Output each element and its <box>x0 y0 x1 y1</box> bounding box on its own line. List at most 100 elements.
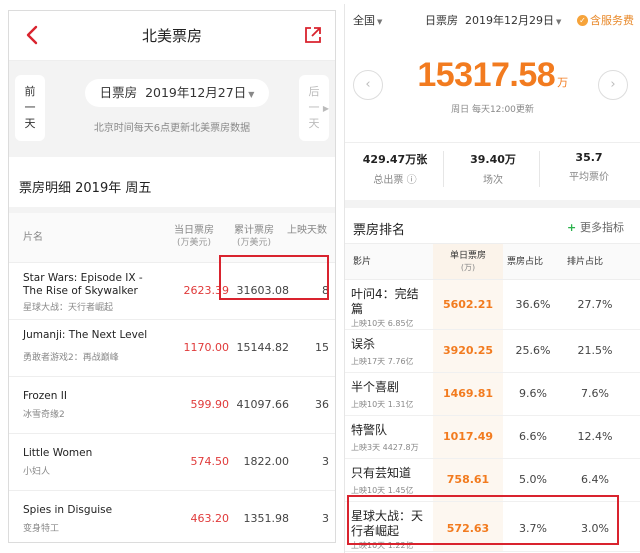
film-chinese-title: 小妇人 <box>23 467 51 477</box>
caret-down-icon: ▼ <box>555 18 562 26</box>
col-gross: 单日票房 (万) <box>435 250 501 274</box>
film-english-title: Spies in Disguise <box>23 504 113 516</box>
share-icon[interactable] <box>303 25 323 45</box>
film-name: 只有芸知道 <box>351 466 412 480</box>
days-released: 15 <box>315 341 329 354</box>
stat-value: 39.40万 <box>470 153 516 166</box>
triangle-right-icon: ▶ <box>322 104 329 113</box>
col-gross-unit: (万) <box>460 263 476 272</box>
col-gross-label: 单日票房 <box>449 251 486 261</box>
update-note: 北京时间每天6点更新北美票房数据 <box>93 123 251 134</box>
more-metrics-button[interactable]: + 更多指标 <box>567 219 624 235</box>
highlight-box-total <box>219 255 329 300</box>
days-released: 3 <box>322 455 329 468</box>
schedule-share: 7.6% <box>581 387 609 400</box>
film-chinese-title: 星球大战：天行者崛起 <box>23 303 114 313</box>
daily-gross: 1170.00 <box>183 341 230 354</box>
region-selector[interactable]: 全国 ▼ <box>353 12 382 28</box>
page-title: 北美票房 <box>141 27 202 45</box>
stat-value: 429.47万张 <box>362 153 428 166</box>
daily-gross: 1469.81 <box>442 387 494 400</box>
col-daily-label: 当日票房 <box>174 225 214 236</box>
film-meta: 上映10天 6.85亿 <box>351 319 414 328</box>
total-value: 15317.58 万 <box>345 56 640 95</box>
stat-shows: 39.40万 场次 <box>445 151 541 186</box>
table-body: Star Wars: Episode IX - The Rise of Skyw… <box>9 263 335 542</box>
film-name: 叶问4：完结篇 <box>351 287 419 316</box>
divider <box>539 151 540 187</box>
schedule-share: 21.5% <box>577 344 613 357</box>
table-row[interactable]: Spies in Disguise 变身特工 463.20 1351.98 3 <box>9 491 335 542</box>
date-label: 日票房 2019年12月27日 <box>99 85 247 100</box>
stat-label: 总出票 ⓘ <box>373 175 417 186</box>
stats-bar: 429.47万张 总出票 ⓘ 39.40万 场次 35.7 平均票价 <box>345 142 640 208</box>
gross-share: 25.6% <box>515 344 551 357</box>
daily-gross: 463.20 <box>190 512 230 525</box>
film-meta: 上映10天 1.31亿 <box>351 400 414 409</box>
plus-icon: + <box>566 221 580 234</box>
stat-label: 场次 <box>483 175 503 186</box>
col-sched: 排片占比 <box>567 257 604 267</box>
stat-label: 平均票价 <box>569 172 609 183</box>
table-row[interactable]: 特警队 上映3天 4427.8万 1017.49 6.6% 12.4% <box>345 416 640 459</box>
film-chinese-title: 冰雪奇缘2 <box>23 410 65 420</box>
table-row[interactable]: Little Women 小妇人 574.50 1822.00 3 <box>9 434 335 491</box>
col-daily-unit: (万美元) <box>176 238 212 248</box>
service-fee-toggle[interactable]: ✓ 含服务费 <box>577 12 634 28</box>
more-label: 更多指标 <box>580 221 624 234</box>
total-gross: 15144.82 <box>236 341 290 354</box>
total-gross: 41097.66 <box>236 398 290 411</box>
region-label: 全国 <box>353 14 375 27</box>
stat-avg-price: 35.7 平均票价 <box>541 151 637 183</box>
table-row[interactable]: 叶问4：完结篇 上映10天 6.85亿 5602.21 36.6% 27.7% <box>345 280 640 330</box>
days-released: 3 <box>322 512 329 525</box>
caret-down-icon: ▼ <box>248 90 255 99</box>
col-total: 累计票房 (万美元) <box>227 224 281 250</box>
days-released: 36 <box>315 398 329 411</box>
col-daily: 当日票房 (万美元) <box>167 224 221 250</box>
date-bar: ◀ 前一天 日票房 2019年12月27日▼ 后一天 ▶ 北京时间每天6点更新北… <box>9 61 335 157</box>
date-selector[interactable]: 日票房 2019年12月29日 ▼ <box>425 12 561 28</box>
total-gross: 1351.98 <box>243 512 290 525</box>
top-bar: 全国 ▼ 日票房 2019年12月29日 ▼ ✓ 含服务费 <box>345 4 640 34</box>
table-row[interactable]: Jumanji: The Next Level 勇敢者游戏2：再战巅峰 1170… <box>9 320 335 377</box>
col-share: 票房占比 <box>507 257 544 267</box>
film-name: 特警队 <box>351 423 388 437</box>
highlight-box-row <box>347 495 619 545</box>
stat-tickets: 429.47万张 总出票 ⓘ <box>347 151 443 186</box>
gross-share: 6.6% <box>519 430 547 443</box>
date-selector[interactable]: 日票房 2019年12月27日 ▼ <box>85 79 269 107</box>
film-english-title: Jumanji: The Next Level <box>23 329 148 341</box>
header: 北美票房 <box>9 11 335 61</box>
gross-share: 5.0% <box>519 473 547 486</box>
schedule-share: 12.4% <box>577 430 613 443</box>
total-box-office: ‹ › 15317.58 万 周日 每天12:00更新 <box>345 34 640 120</box>
col-name: 片名 <box>23 232 43 243</box>
date-label: 日票房 2019年12月29日 <box>425 14 554 27</box>
right-panel: 全国 ▼ 日票房 2019年12月29日 ▼ ✓ 含服务费 ‹ › 15317.58 万… <box>344 4 640 553</box>
daily-gross: 1017.49 <box>442 430 494 443</box>
section-title: 票房明细 2019年 周五 <box>19 181 152 196</box>
film-name: 误杀 <box>351 337 376 351</box>
film-english-title: Frozen II <box>23 390 67 402</box>
film-chinese-title: 勇敢者游戏2：再战巅峰 <box>23 353 119 363</box>
table-row[interactable]: 误杀 上映17天 7.76亿 3920.25 25.6% 21.5% <box>345 330 640 373</box>
check-icon: ✓ <box>577 15 588 26</box>
total-unit: 万 <box>557 77 568 89</box>
film-chinese-title: 变身特工 <box>23 524 60 534</box>
table-row[interactable]: 半个喜剧 上映10天 1.31亿 1469.81 9.6% 7.6% <box>345 373 640 416</box>
col-total-unit: (万美元) <box>236 238 272 248</box>
ranking-header: 票房排名 + 更多指标 <box>345 208 640 244</box>
gross-share: 36.6% <box>515 298 551 311</box>
film-english-title: Star Wars: Episode IX - The Rise of Skyw… <box>23 272 143 297</box>
table-header: 影片 单日票房 (万) 票房占比 排片占比 <box>345 244 640 280</box>
fee-label: 含服务费 <box>590 14 634 27</box>
film-meta: 上映3天 4427.8万 <box>351 443 419 452</box>
col-days: 上映天数 <box>287 225 327 236</box>
table-row[interactable]: Frozen II 冰雪奇缘2 599.90 41097.66 36 <box>9 377 335 434</box>
stat-value: 35.7 <box>575 151 603 164</box>
daily-gross: 599.90 <box>190 398 230 411</box>
daily-gross: 574.50 <box>190 455 230 468</box>
film-meta: 上映17天 7.76亿 <box>351 357 414 366</box>
caret-down-icon: ▼ <box>377 18 383 26</box>
